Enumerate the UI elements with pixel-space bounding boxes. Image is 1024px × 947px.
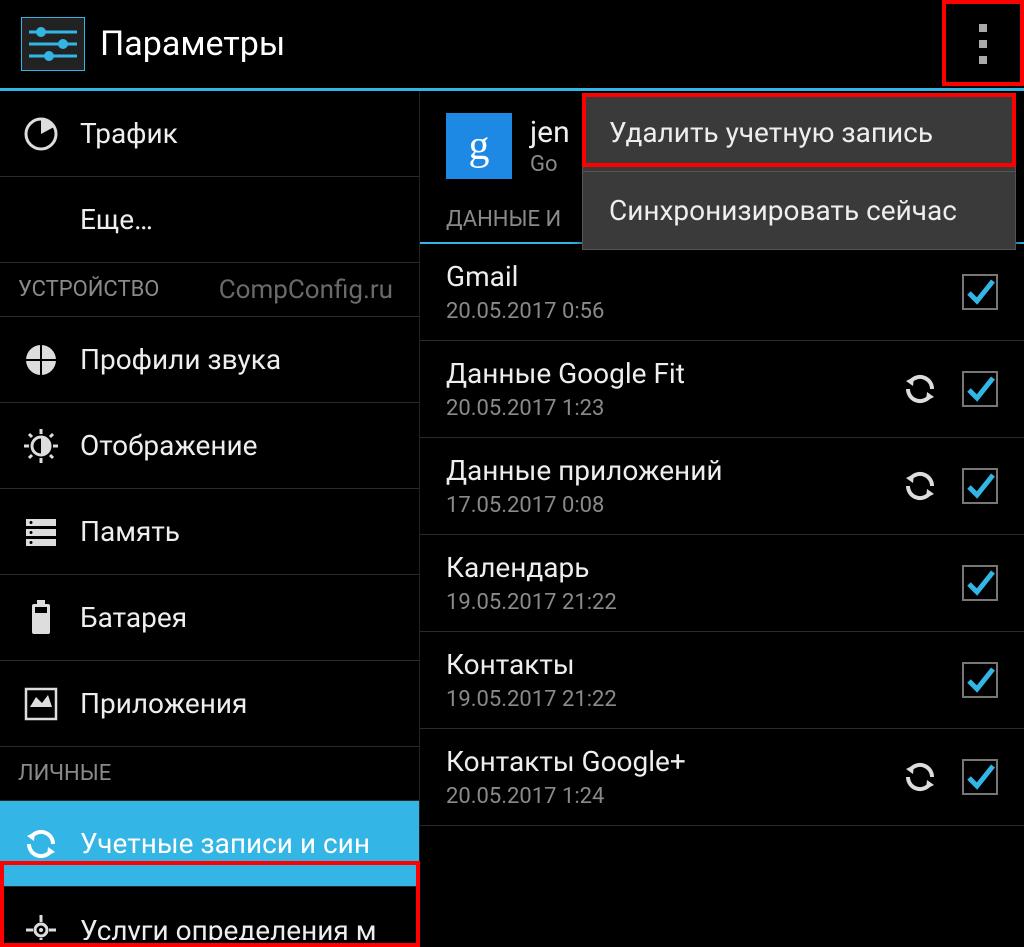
menu-item-remove-account[interactable]: Удалить учетную запись xyxy=(583,94,1015,172)
sidebar-item-more[interactable]: Еще… xyxy=(0,177,419,263)
sync-checkbox[interactable] xyxy=(962,274,998,310)
sync-item-title: Данные приложений xyxy=(446,454,900,487)
dots-icon xyxy=(979,24,987,32)
refresh-icon xyxy=(900,757,940,797)
sync-item-date: 20.05.2017 0:56 xyxy=(446,299,962,324)
section-personal-header: ЛИЧНЫЕ xyxy=(0,747,419,801)
sidebar-item-label: Отображение xyxy=(80,429,258,462)
sidebar-item-label: Еще… xyxy=(80,203,153,236)
refresh-icon xyxy=(900,369,940,409)
overflow-menu-popup: Удалить учетную запись Синхронизировать … xyxy=(582,93,1016,250)
sync-row[interactable]: Gmail 20.05.2017 0:56 xyxy=(420,244,1024,341)
sidebar-item-label: Услуги определения м xyxy=(80,914,377,941)
display-icon xyxy=(18,428,64,464)
sync-row[interactable]: Данные Google Fit 20.05.2017 1:23 xyxy=(420,341,1024,438)
sync-item-title: Контакты Google+ xyxy=(446,745,900,778)
sync-item-title: Контакты xyxy=(446,648,962,681)
sync-item-date: 17.05.2017 0:08 xyxy=(446,493,900,518)
apps-icon xyxy=(18,687,64,721)
settings-sidebar: Трафик Еще… УСТРОЙСТВО CompConfig.ru Про… xyxy=(0,91,420,940)
sync-checkbox[interactable] xyxy=(962,468,998,504)
menu-item-sync-now[interactable]: Синхронизировать сейчас xyxy=(583,172,1015,249)
sidebar-item-label: Профили звука xyxy=(80,343,281,376)
sync-list: Gmail 20.05.2017 0:56 Данные Google Fit 20.… xyxy=(420,244,1024,826)
sync-item-title: Календарь xyxy=(446,551,962,584)
sync-checkbox[interactable] xyxy=(962,371,998,407)
sync-checkbox[interactable] xyxy=(962,662,998,698)
sidebar-item-audio[interactable]: Профили звука xyxy=(0,317,419,403)
pie-icon xyxy=(18,117,64,151)
sync-row[interactable]: Календарь 19.05.2017 21:22 xyxy=(420,535,1024,632)
sidebar-item-location[interactable]: Услуги определения м xyxy=(0,887,419,940)
overflow-menu-button[interactable] xyxy=(942,0,1024,88)
sidebar-item-apps[interactable]: Приложения xyxy=(0,661,419,747)
page-title: Параметры xyxy=(100,24,285,64)
sync-row[interactable]: Данные приложений 17.05.2017 0:08 xyxy=(420,438,1024,535)
account-sync-panel: g jen Go ДАННЫЕ И Gmail20.05.2017 0:56Да… xyxy=(420,91,1024,940)
sync-item-date: 19.05.2017 21:22 xyxy=(446,687,962,712)
account-provider: Go xyxy=(530,152,570,177)
account-name: jen xyxy=(530,115,570,150)
sync-item-title: Gmail xyxy=(446,260,962,293)
sync-row[interactable]: Контакты 19.05.2017 21:22 xyxy=(420,632,1024,729)
sidebar-item-label: Учетные записи и син xyxy=(80,827,370,860)
location-icon xyxy=(18,913,64,940)
sidebar-item-label: Трафик xyxy=(80,117,178,150)
audio-icon xyxy=(18,343,64,377)
sidebar-item-traffic[interactable]: Трафик xyxy=(0,91,419,177)
sidebar-item-label: Батарея xyxy=(80,601,187,634)
battery-icon xyxy=(18,600,64,636)
sync-item-date: 20.05.2017 1:24 xyxy=(446,784,900,809)
sidebar-item-storage[interactable]: Память xyxy=(0,489,419,575)
settings-app-icon xyxy=(18,14,88,74)
section-device-header: УСТРОЙСТВО CompConfig.ru xyxy=(0,263,419,317)
sync-item-date: 19.05.2017 21:22 xyxy=(446,590,962,615)
sync-checkbox[interactable] xyxy=(962,565,998,601)
sync-icon xyxy=(18,826,64,862)
sync-row[interactable]: Контакты Google+ 20.05.2017 1:24 xyxy=(420,729,1024,826)
sidebar-item-display[interactable]: Отображение xyxy=(0,403,419,489)
storage-icon xyxy=(18,515,64,549)
sidebar-item-label: Память xyxy=(80,515,180,548)
refresh-icon xyxy=(900,466,940,506)
sidebar-item-label: Приложения xyxy=(80,687,247,720)
google-badge-icon: g xyxy=(446,113,512,179)
sidebar-item-accounts-sync[interactable]: Учетные записи и син xyxy=(0,801,419,887)
sync-item-title: Данные Google Fit xyxy=(446,357,900,390)
sync-item-date: 20.05.2017 1:23 xyxy=(446,396,900,421)
sync-checkbox[interactable] xyxy=(962,759,998,795)
titlebar: Параметры xyxy=(0,0,1024,88)
watermark: CompConfig.ru xyxy=(219,275,393,305)
sidebar-item-battery[interactable]: Батарея xyxy=(0,575,419,661)
